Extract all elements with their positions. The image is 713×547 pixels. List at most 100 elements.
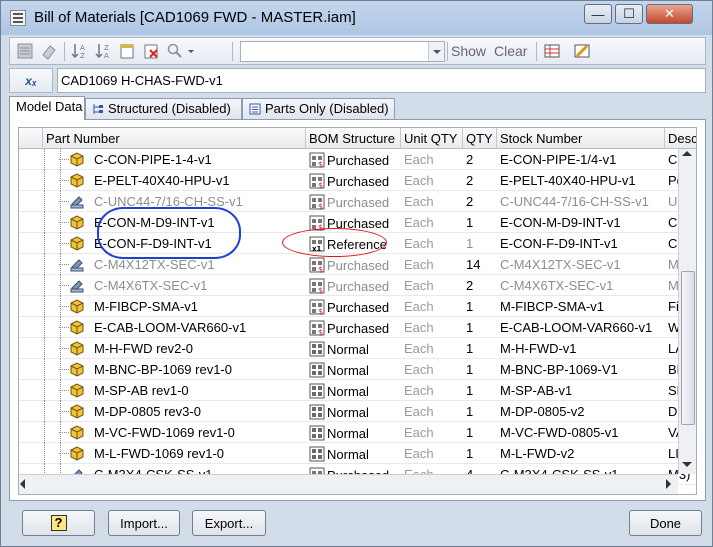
unit-qty-cell[interactable]: Each (401, 296, 463, 317)
stock-number-cell[interactable]: C-M4X6TX-SEC-v1 (497, 275, 665, 296)
title-bar[interactable]: Bill of Materials [CAD1069 FWD - MASTER.… (1, 1, 712, 35)
sort-descending-icon[interactable]: ZA (94, 42, 112, 60)
part-number-cell[interactable]: M-SP-AB rev1-0 (91, 380, 303, 401)
scroll-right-arrow[interactable] (659, 475, 676, 492)
qty-cell[interactable]: 1 (463, 212, 497, 233)
qty-cell[interactable]: 1 (463, 359, 497, 380)
horizontal-scrollbar[interactable] (19, 474, 678, 494)
eraser-icon[interactable] (40, 42, 58, 60)
qty-cell[interactable]: 2 (463, 170, 497, 191)
filter-combo[interactable] (240, 41, 445, 62)
scroll-down-arrow[interactable] (679, 455, 696, 472)
unit-qty-cell[interactable]: Each (401, 443, 463, 464)
sort-ascending-icon[interactable]: AZ (70, 42, 88, 60)
qty-cell[interactable]: 2 (463, 191, 497, 212)
scroll-up-arrow[interactable] (679, 149, 696, 166)
part-number-cell[interactable]: M-BNC-BP-1069 rev1-0 (91, 359, 303, 380)
unit-qty-cell[interactable]: Each (401, 317, 463, 338)
table-row[interactable]: M-BNC-BP-1069 rev1-0 Normal Each 1 M-BNC-BP-… (19, 359, 696, 380)
table-row[interactable]: M-H-FWD rev2-0NormalEach1M-H-FWD-v1LAS (19, 338, 696, 359)
unit-qty-cell[interactable]: Each (401, 170, 463, 191)
part-number-cell[interactable]: C-CON-PIPE-1-4-v1 (91, 149, 303, 170)
bom-structure-cell[interactable]: Normal (306, 338, 401, 359)
close-button[interactable]: ✕ (646, 4, 693, 24)
unit-qty-cell[interactable]: Each (401, 149, 463, 170)
qty-cell[interactable]: 1 (463, 380, 497, 401)
export-table-icon[interactable] (543, 42, 561, 60)
bom-structure-cell[interactable]: Normal (306, 380, 401, 401)
qty-cell[interactable]: 1 (463, 317, 497, 338)
unit-qty-cell[interactable]: Each (401, 254, 463, 275)
unit-qty-cell[interactable]: Each (401, 401, 463, 422)
stock-number-cell[interactable]: E-PELT-40X40-HPU-v1 (497, 170, 665, 191)
qty-cell[interactable]: 1 (463, 422, 497, 443)
bom-structure-cell[interactable]: Normal (306, 422, 401, 443)
part-number-cell[interactable]: E-PELT-40X40-HPU-v1 (91, 170, 303, 191)
tab-parts-only[interactable]: Parts Only (Disabled) (242, 98, 395, 119)
table-row[interactable]: E-CAB-LOOM-VAR660-v1 $ Purchased Each 1 E-CAB… (19, 317, 696, 338)
customize-icon[interactable] (573, 42, 591, 60)
minimize-button[interactable]: — (584, 4, 612, 24)
stock-number-cell[interactable]: M-DP-0805-v2 (497, 401, 665, 422)
stock-number-cell[interactable]: E-CON-F-D9-INT-v1 (497, 233, 665, 254)
unit-qty-cell[interactable]: Each (401, 275, 463, 296)
bom-structure-cell[interactable]: $ Purchased (306, 317, 401, 338)
header-unit-qty[interactable]: Unit QTY (401, 128, 463, 149)
qty-cell[interactable]: 1 (463, 338, 497, 359)
stock-number-cell[interactable]: C-UNC44-7/16-CH-SS-v1 (497, 191, 665, 212)
bom-structure-cell[interactable]: $ Purchased (306, 254, 401, 275)
find-icon[interactable] (166, 42, 184, 60)
delete-item-icon[interactable] (142, 42, 160, 60)
export-button[interactable]: Export... (192, 510, 266, 536)
qty-cell[interactable]: 1 (463, 401, 497, 422)
unit-qty-cell[interactable]: Each (401, 338, 463, 359)
table-row[interactable]: M-FIBCP-SMA-v1 $ Purchased Each 1 M-FIBCP-SMA… (19, 296, 696, 317)
bom-structure-cell[interactable]: Normal (306, 359, 401, 380)
assembly-path-field[interactable]: CAD1069 H-CHAS-FWD-v1 (57, 68, 706, 93)
part-number-cell[interactable]: M-DP-0805 rev3-0 (91, 401, 303, 422)
table-row[interactable]: M-SP-AB rev1-0NormalEach1M-SP-AB-v1SHI (19, 380, 696, 401)
qty-cell[interactable]: 1 (463, 233, 497, 254)
stock-number-cell[interactable]: M-BNC-BP-1069-V1 (497, 359, 665, 380)
qty-cell[interactable]: 1 (463, 296, 497, 317)
table-row[interactable]: C-CON-PIPE-1-4-v1 $ Purchased Each 2 E-CON-PI… (19, 149, 696, 170)
stock-number-cell[interactable]: M-FIBCP-SMA-v1 (497, 296, 665, 317)
chevron-down-icon[interactable] (428, 42, 444, 61)
part-number-cell[interactable]: M-L-FWD-1069 rev1-0 (91, 443, 303, 464)
table-row[interactable]: E-PELT-40X40-HPU-v1 $ Purchased Each 2 E-PELT… (19, 170, 696, 191)
unit-qty-cell[interactable]: Each (401, 422, 463, 443)
unit-qty-cell[interactable]: Each (401, 233, 463, 254)
bom-view-icon[interactable] (16, 42, 34, 60)
new-item-icon[interactable] (118, 42, 136, 60)
show-button[interactable]: Show (451, 43, 486, 59)
table-row[interactable]: C-M4X6TX-SEC-v1 $ Purchased Each 2 C-M4X6TX-S… (19, 275, 696, 296)
header-stock-number[interactable]: Stock Number (497, 128, 665, 149)
qty-cell[interactable]: 2 (463, 275, 497, 296)
stock-number-cell[interactable]: E-CAB-LOOM-VAR660-v1 (497, 317, 665, 338)
qty-cell[interactable]: 1 (463, 443, 497, 464)
bom-structure-cell[interactable]: Normal (306, 401, 401, 422)
tab-model-data[interactable]: Model Data (9, 96, 85, 120)
stock-number-cell[interactable]: C-M4X12TX-SEC-v1 (497, 254, 665, 275)
part-number-cell[interactable]: C-M4X6TX-SEC-v1 (91, 275, 303, 296)
bom-structure-cell[interactable]: $ Purchased (306, 296, 401, 317)
qty-cell[interactable]: 2 (463, 149, 497, 170)
tab-structured[interactable]: Structured (Disabled) (85, 98, 242, 119)
bom-structure-cell[interactable]: Normal (306, 443, 401, 464)
find-dropdown-icon[interactable] (186, 42, 196, 60)
stock-number-cell[interactable]: M-SP-AB-v1 (497, 380, 665, 401)
bom-structure-cell[interactable]: $ Purchased (306, 170, 401, 191)
vertical-scroll-thumb[interactable] (681, 271, 695, 425)
unit-qty-cell[interactable]: Each (401, 380, 463, 401)
table-row[interactable]: M-DP-0805 rev3-0NormalEach1M-DP-0805-v2D… (19, 401, 696, 422)
part-number-cell[interactable]: M-FIBCP-SMA-v1 (91, 296, 303, 317)
header-bom-structure[interactable]: BOM Structure (306, 128, 401, 149)
formula-icon[interactable]: xₓ (9, 68, 53, 93)
table-row[interactable]: M-VC-FWD-1069 rev1-0 Normal Each 1 M-VC-FWD-… (19, 422, 696, 443)
clear-button[interactable]: Clear (494, 43, 527, 59)
bom-structure-cell[interactable]: $ Purchased (306, 149, 401, 170)
part-number-cell[interactable]: M-VC-FWD-1069 rev1-0 (91, 422, 303, 443)
header-description[interactable]: Descrip (665, 128, 696, 149)
bom-structure-cell[interactable]: $ Purchased (306, 275, 401, 296)
import-button[interactable]: Import... (108, 510, 180, 536)
